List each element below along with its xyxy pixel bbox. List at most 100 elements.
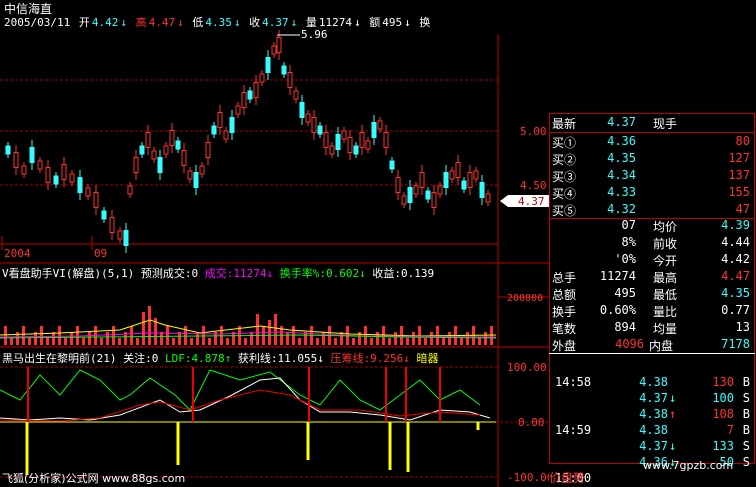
volume-bar [406, 338, 409, 345]
volume-bar [478, 338, 481, 345]
candle-body [377, 120, 383, 130]
tick-row: 4.37 ↓ 100 S [549, 391, 756, 407]
volume-bar [136, 338, 139, 345]
candle-body [217, 112, 223, 128]
stat-value-2: 4.42 [721, 252, 750, 266]
stat-label: 总额 [552, 288, 577, 302]
bid-price: 4.35 [607, 151, 636, 165]
bid-label: 买② [552, 153, 577, 167]
candle-body [485, 193, 491, 203]
ind1-forecast-label: 预测成交: [140, 267, 192, 280]
candle-body [211, 125, 217, 135]
tick-row: 4.38 ↑ 108 B [549, 407, 756, 423]
volume-bar [448, 332, 451, 345]
volume-bar [298, 338, 301, 345]
stat-value-2: 13 [735, 320, 750, 334]
volume-bar [190, 338, 193, 345]
x-tick-09: 09 [94, 247, 107, 260]
candle-body [359, 132, 365, 148]
stat-label-2: 今开 [653, 254, 678, 268]
tick-volume: 7 [726, 423, 734, 437]
ind2-dark-label: 暗器 [416, 352, 439, 365]
stat-row: 8% 前收 4.44 [549, 235, 756, 252]
candle-body [127, 185, 133, 195]
candle-body [389, 160, 395, 170]
volume-bar [334, 338, 337, 345]
tick-time: 14:58 [555, 375, 592, 389]
ldf-line [0, 369, 481, 411]
candle-body [383, 132, 389, 148]
latest-price: 4.37 [607, 115, 636, 129]
stat-value-2: 4.39 [721, 218, 750, 232]
candle-body [265, 57, 271, 73]
volume-bar [184, 326, 187, 345]
candle-body [181, 150, 187, 166]
indicator2-plot [0, 367, 496, 475]
tick-row: 4.37 ↓ 133 S [549, 439, 756, 455]
volume-bar [484, 332, 487, 345]
tick-price: 4.38 [639, 423, 668, 437]
stat-value: 07 [621, 218, 636, 232]
bid-row: 买⑤ 4.32 47 [549, 202, 756, 219]
volume-bar [10, 338, 13, 345]
candle-body [287, 72, 293, 88]
candle-body [139, 145, 145, 155]
candle-body [117, 230, 123, 240]
candle-body [281, 65, 287, 75]
candle-body [341, 130, 347, 140]
bid-label: 买① [552, 136, 577, 150]
volume-bar [70, 332, 73, 345]
candle-body [311, 117, 317, 133]
volume-bar [376, 332, 379, 345]
tick-volume: 133 [712, 439, 734, 453]
hand-label: 现手 [653, 117, 678, 131]
volume-bar [178, 332, 181, 345]
outer-label: 外盘 [552, 339, 577, 353]
candle-body [193, 172, 199, 188]
volume-bar [382, 326, 385, 345]
tick-volume: 108 [712, 407, 734, 421]
candle-body [13, 152, 19, 168]
candle-body [205, 142, 211, 158]
candle-body [187, 170, 193, 180]
candle-body [437, 185, 443, 195]
tick-volume: 130 [712, 375, 734, 389]
volume-bar [316, 338, 319, 345]
volume-bar [172, 338, 175, 345]
candle-body [45, 167, 51, 183]
volume-bar [82, 338, 85, 345]
bid-label: 买⑤ [552, 204, 577, 218]
tick-time: 14:59 [555, 423, 592, 437]
volume-bar [364, 326, 367, 345]
volume-bar [76, 326, 79, 345]
candle-body [323, 132, 329, 148]
latest-label: 最新 [552, 117, 577, 131]
candle-body [253, 82, 259, 98]
bid-volume: 80 [735, 134, 750, 148]
tick-side: B [742, 407, 750, 421]
tick-arrow-icon: ↓ [669, 391, 677, 405]
candle-body [5, 145, 11, 155]
pressure-line [0, 389, 481, 422]
candle-body [401, 195, 407, 205]
volume-bar [106, 332, 109, 345]
volume-bar [304, 332, 307, 345]
outer-inner-row: 外盘 4096 内盘 7178 [549, 337, 756, 354]
candle-body [223, 130, 229, 140]
volume-bar [394, 332, 397, 345]
stat-value: 11274 [599, 269, 636, 283]
volume-bar [88, 332, 91, 345]
stat-value: '0% [614, 252, 636, 266]
candle-body [145, 132, 151, 148]
volume-bar [286, 332, 289, 345]
candle-body [365, 140, 371, 150]
profit-line [0, 377, 491, 421]
stat-label-2: 均价 [653, 220, 678, 234]
stat-value-2: 4.47 [721, 269, 750, 283]
candle-body [353, 145, 359, 155]
volume-bar [112, 326, 115, 345]
candle-body [335, 134, 341, 150]
chart-area[interactable]: 5.96 5.00 4.50 4.37 2004 09 200000 100.0… [0, 0, 549, 487]
bottom-tab[interactable]: 价盘势 [549, 469, 585, 486]
y-tick-5: 5.00 [520, 125, 547, 138]
